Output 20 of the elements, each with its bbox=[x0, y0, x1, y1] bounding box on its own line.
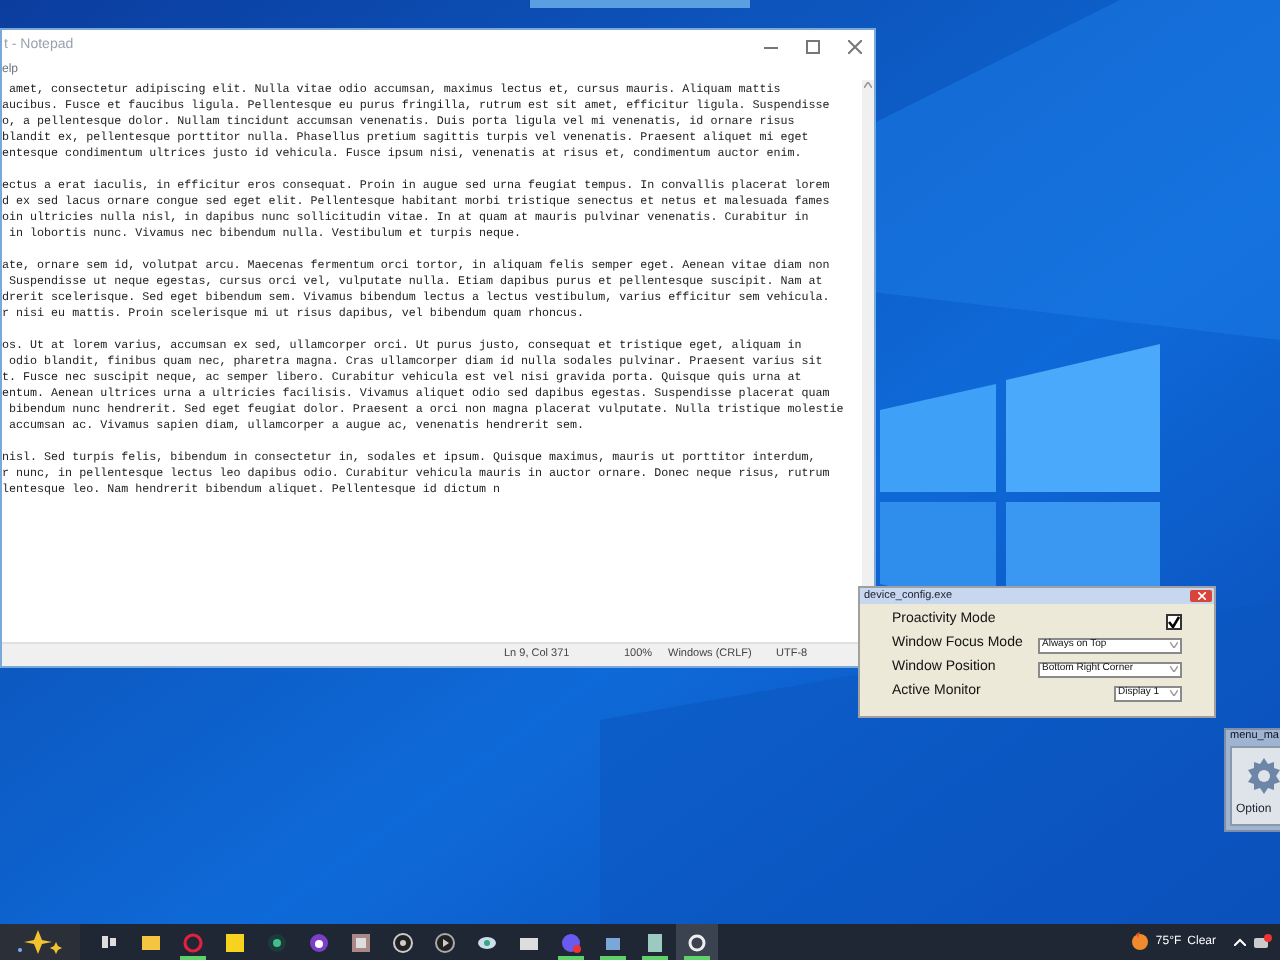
close-button[interactable] bbox=[1190, 590, 1212, 602]
ring-icon bbox=[182, 931, 204, 953]
caret-icon bbox=[1170, 666, 1178, 672]
task-view-icon bbox=[98, 931, 120, 953]
aperture-icon bbox=[392, 931, 414, 953]
close-icon[interactable] bbox=[848, 39, 862, 53]
weather-icon[interactable] bbox=[1129, 932, 1150, 952]
tray-icon[interactable] bbox=[1252, 934, 1272, 950]
chat-icon bbox=[560, 931, 582, 953]
maximize-icon[interactable] bbox=[806, 39, 820, 53]
caret-icon bbox=[1170, 690, 1178, 696]
caret-icon bbox=[1170, 642, 1178, 648]
checkbox[interactable] bbox=[1166, 613, 1182, 629]
close-icon bbox=[1197, 592, 1205, 600]
sparkle-icon[interactable] bbox=[0, 924, 80, 960]
chevron-up-icon[interactable] bbox=[1234, 938, 1246, 946]
taskbar-button[interactable] bbox=[676, 924, 718, 960]
play-icon bbox=[434, 931, 456, 953]
circle-icon bbox=[266, 931, 288, 953]
eye-icon bbox=[476, 931, 498, 953]
